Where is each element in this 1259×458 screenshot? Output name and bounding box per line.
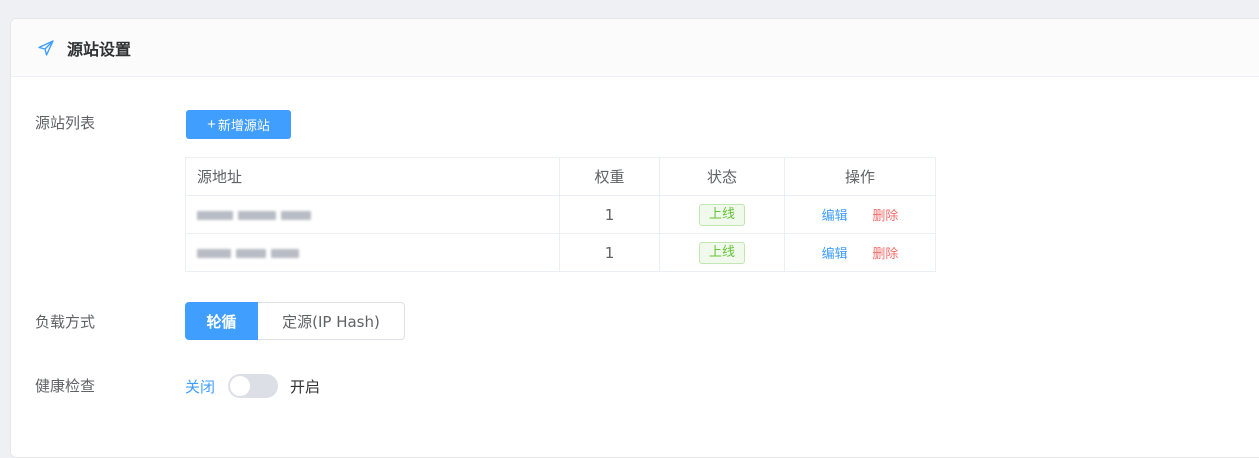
health-on-label[interactable]: 开启 [290, 376, 320, 397]
table-header-row: 源地址 权重 状态 操作 [185, 157, 936, 196]
status-badge: 上线 [698, 241, 745, 264]
switch-knob [230, 376, 251, 396]
edit-link[interactable]: 编辑 [822, 209, 848, 224]
lb-option-round-robin[interactable]: 轮循 [185, 302, 258, 340]
origin-table: 源地址 权重 状态 操作 1 上线 编辑 删除 1 上线 编辑 删除 [185, 157, 936, 272]
add-origin-button[interactable]: + 新增源站 [186, 110, 291, 139]
table-row: 1 上线 编辑 删除 [185, 233, 936, 272]
health-off-label[interactable]: 关闭 [185, 376, 215, 397]
table-row: 1 上线 编辑 删除 [185, 195, 936, 234]
load-balance-radio-group: 轮循 定源(IP Hash) [185, 302, 405, 340]
card-header: 源站设置 [11, 19, 1259, 77]
navigation-icon [37, 39, 55, 57]
origin-weight: 1 [559, 195, 660, 234]
edit-link[interactable]: 编辑 [822, 247, 848, 262]
delete-link[interactable]: 删除 [872, 209, 898, 224]
card-title: 源站设置 [67, 39, 132, 59]
column-header-weight: 权重 [559, 157, 660, 196]
health-check-control: 关闭 开启 [185, 374, 320, 398]
column-header-actions: 操作 [784, 157, 936, 196]
health-check-label: 健康检查 [35, 377, 96, 395]
origin-settings-card: 源站设置 源站列表 + 新增源站 源地址 权重 状态 操作 1 上线 编辑 删除… [10, 18, 1259, 458]
lb-option-ip-hash[interactable]: 定源(IP Hash) [258, 302, 405, 340]
plus-icon: + [207, 116, 216, 133]
origin-status-cell: 上线 [659, 195, 785, 234]
origin-list-label: 源站列表 [35, 114, 96, 132]
column-header-status: 状态 [659, 157, 785, 196]
column-header-address: 源地址 [185, 157, 560, 196]
add-origin-label: 新增源站 [217, 118, 270, 133]
origin-address-redacted [185, 233, 560, 272]
load-balance-label: 负载方式 [35, 313, 96, 331]
origin-status-cell: 上线 [659, 233, 785, 272]
origin-actions-cell: 编辑 删除 [784, 195, 936, 234]
origin-weight: 1 [559, 233, 660, 272]
origin-actions-cell: 编辑 删除 [784, 233, 936, 272]
delete-link[interactable]: 删除 [872, 247, 898, 262]
health-check-switch[interactable] [228, 374, 279, 398]
status-badge: 上线 [698, 203, 745, 226]
origin-address-redacted [185, 195, 560, 234]
